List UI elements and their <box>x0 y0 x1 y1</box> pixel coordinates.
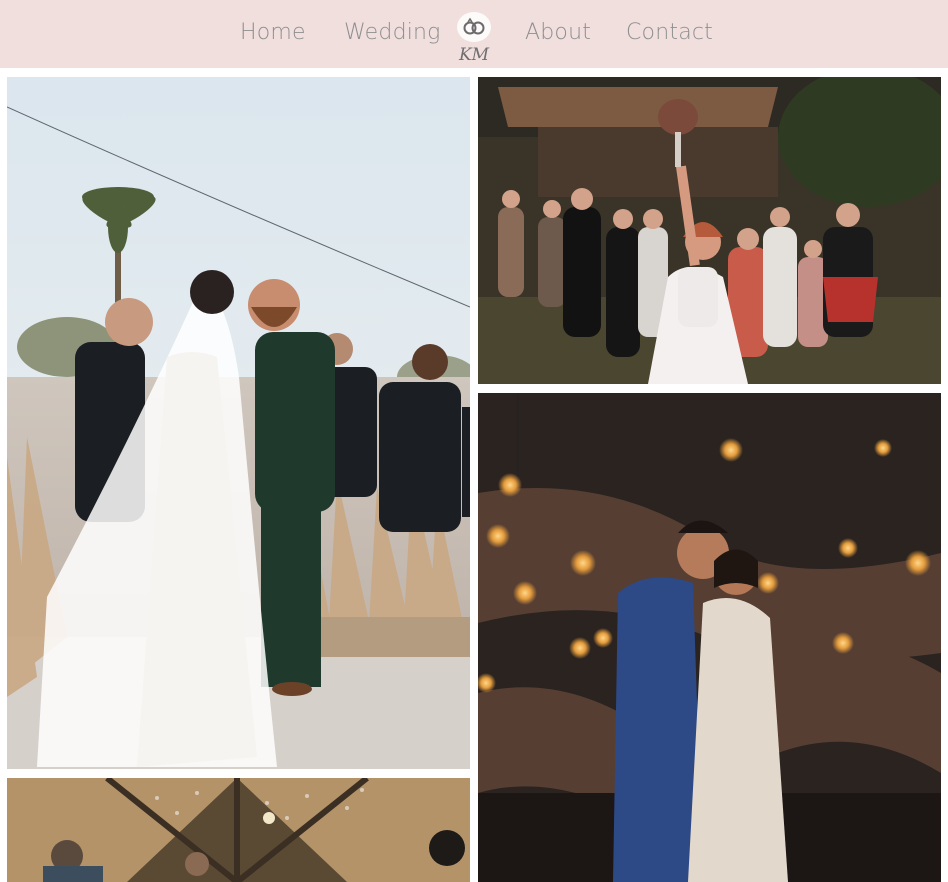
gallery-photo-ceremony[interactable] <box>7 77 470 769</box>
nav-link-home[interactable]: Home <box>240 18 306 48</box>
nav-link-contact[interactable]: Contact <box>626 18 713 48</box>
site-logo[interactable]: KM <box>451 8 497 66</box>
nav-link-wedding[interactable]: Wedding <box>344 18 441 48</box>
confetti-image <box>7 778 470 882</box>
gallery-photo-confetti[interactable] <box>7 778 470 882</box>
top-navigation: Home Wedding KM About Contact <box>0 0 948 68</box>
bouquet-toss-image <box>478 77 941 384</box>
gallery-photo-bouquet-toss[interactable] <box>478 77 941 384</box>
interlocked-rings-icon <box>457 12 491 42</box>
gallery-photo-couple-bulbs[interactable] <box>478 393 941 882</box>
nav-link-about[interactable]: About <box>525 18 591 48</box>
ceremony-image <box>7 77 470 769</box>
logo-monogram: KM <box>458 45 490 65</box>
couple-bulbs-image <box>478 393 941 882</box>
